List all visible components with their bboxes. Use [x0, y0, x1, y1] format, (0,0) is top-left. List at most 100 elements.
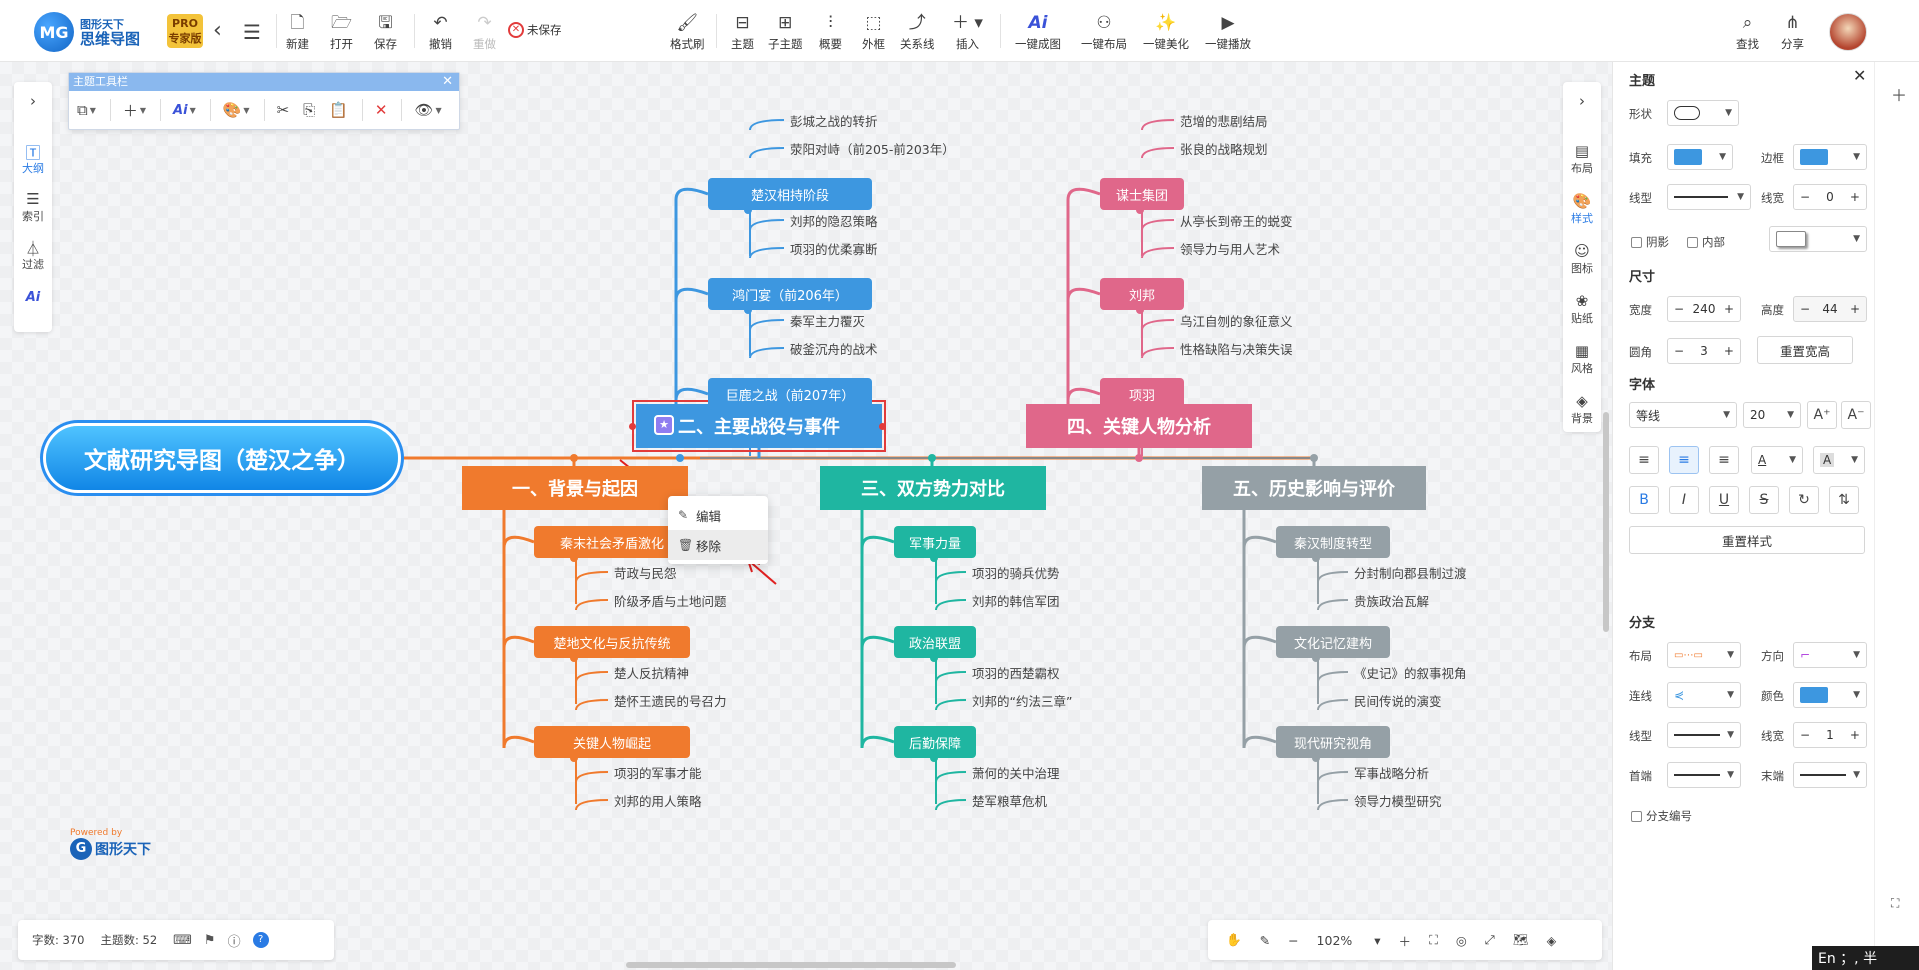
- leaf-topic-4-1-1[interactable]: 范增的悲剧结局: [1180, 110, 1410, 130]
- boundary-button[interactable]: ⬚ 外框: [862, 12, 885, 52]
- mini-item-sticker[interactable]: ❀ 贴纸: [1563, 292, 1601, 326]
- context-menu-edit[interactable]: ✎ 编辑: [668, 500, 768, 530]
- subtopic-1-1[interactable]: 秦末社会矛盾激化: [534, 526, 690, 558]
- add-icon[interactable]: ＋: [1891, 82, 1907, 106]
- highlight-color-select[interactable]: A ▼: [1813, 446, 1865, 474]
- align-center-icon[interactable]: ≡: [1669, 446, 1699, 474]
- branch-topic-5[interactable]: 五、历史影响与评价: [1202, 466, 1426, 510]
- leaf-topic-3-1-2[interactable]: 刘邦的韩信军团: [972, 590, 1202, 610]
- leaf-topic-3-3-2[interactable]: 楚军粮草危机: [972, 790, 1202, 810]
- share-button[interactable]: ⋔ 分享: [1781, 12, 1804, 52]
- keyboard-icon[interactable]: ⌨: [173, 933, 192, 948]
- screenshot-icon[interactable]: ⛶: [1891, 896, 1899, 911]
- undo-button[interactable]: ↶ 撤销: [429, 12, 452, 52]
- leaf-topic-1-1-1[interactable]: 苛政与民怨: [614, 562, 844, 582]
- summary-button[interactable]: ⫶ 概要: [819, 12, 842, 52]
- leaf-topic-2-2-2[interactable]: 项羽的优柔寡断: [790, 238, 1020, 258]
- inner-checkbox[interactable]: 内部: [1687, 234, 1725, 250]
- eye-icon[interactable]: 👁 ▼: [414, 101, 441, 119]
- reset-size-button[interactable]: 重置宽高: [1757, 336, 1853, 364]
- subtopic-3-1[interactable]: 军事力量: [894, 526, 976, 558]
- hand-icon[interactable]: ✋: [1226, 932, 1242, 948]
- branch-color-select[interactable]: ▼: [1793, 682, 1867, 708]
- selection-handle[interactable]: [879, 423, 886, 430]
- border-color-select[interactable]: ▼: [1793, 144, 1867, 170]
- node-marker-icon[interactable]: ★: [654, 415, 674, 435]
- leaf-topic-2-3-2[interactable]: 破釜沉舟的战术: [790, 338, 1020, 358]
- direction-select[interactable]: ⌐ ▼: [1793, 642, 1867, 668]
- leaf-topic-1-2-2[interactable]: 楚怀王遗民的号召力: [614, 690, 844, 710]
- underline-icon[interactable]: U: [1709, 486, 1739, 514]
- leaf-topic-3-3-1[interactable]: 萧何的关中治理: [972, 762, 1202, 782]
- ai-icon[interactable]: Ai ▼: [173, 103, 196, 118]
- strikethrough-icon[interactable]: S: [1749, 486, 1779, 514]
- end-cap-select[interactable]: ▼: [1793, 762, 1867, 788]
- subtopic-4-1[interactable]: 谋士集团: [1100, 178, 1184, 210]
- leaf-topic-4-3-2[interactable]: 性格缺陷与决策失误: [1180, 338, 1410, 358]
- subtopic-5-1[interactable]: 秦汉制度转型: [1276, 526, 1390, 558]
- font-size-select[interactable]: 20 ▼: [1743, 402, 1801, 428]
- leaf-topic-3-2-2[interactable]: 刘邦的“约法三章”: [972, 690, 1202, 710]
- leaf-topic-3-1-1[interactable]: 项羽的骑兵优势: [972, 562, 1202, 582]
- font-family-select[interactable]: 等线 ▼: [1629, 402, 1737, 428]
- format-painter-button[interactable]: 🖌 格式刷: [670, 12, 705, 52]
- branch-topic-1[interactable]: 一、背景与起因: [462, 466, 688, 510]
- width-stepper[interactable]: −240 +: [1667, 296, 1741, 322]
- help-icon[interactable]: ?: [252, 932, 269, 948]
- subtopic-2-1[interactable]: 楚汉相持阶段: [708, 178, 872, 210]
- refresh-icon[interactable]: ↻: [1789, 486, 1819, 514]
- map-icon[interactable]: 🗺: [1513, 932, 1529, 948]
- subtopic-button[interactable]: ⊞ 子主题: [768, 12, 803, 52]
- leaf-topic-2-1-2[interactable]: 荥阳对峙（前205-前203年）: [790, 138, 1020, 158]
- subtopic-1-2[interactable]: 楚地文化与反抗传统: [534, 626, 690, 658]
- close-icon[interactable]: ✕: [1853, 66, 1866, 85]
- leaf-topic-3-2-1[interactable]: 项羽的西楚霸权: [972, 662, 1202, 682]
- mini-item-background[interactable]: ◈ 背景: [1563, 392, 1601, 426]
- branch-line-type-select[interactable]: ▼: [1667, 722, 1741, 748]
- flag-icon[interactable]: ⚑: [204, 933, 216, 948]
- horizontal-scrollbar[interactable]: [626, 962, 956, 968]
- branch-topic-3[interactable]: 三、双方势力对比: [820, 466, 1046, 510]
- line-width-stepper[interactable]: −0 +: [1793, 184, 1867, 210]
- leaf-topic-2-1-1[interactable]: 彭城之战的转折: [790, 110, 1020, 130]
- subtopic-3-3[interactable]: 后勤保障: [894, 726, 976, 758]
- insert-button[interactable]: ＋ ▾ 插入: [952, 12, 983, 52]
- cut-icon[interactable]: ✂: [277, 101, 290, 119]
- layers-icon[interactable]: ◈: [1547, 933, 1557, 948]
- branch-layout-select[interactable]: ▭⋯▭ ▼: [1667, 642, 1741, 668]
- leaf-topic-5-3-1[interactable]: 军事战略分析: [1354, 762, 1584, 782]
- subtopic-2-2[interactable]: 鸿门宴（前206年）: [708, 278, 872, 310]
- bold-icon[interactable]: B: [1629, 486, 1659, 514]
- copy-style-icon[interactable]: ⧉ ▼: [77, 101, 96, 119]
- avatar[interactable]: [1829, 13, 1867, 51]
- italic-icon[interactable]: I: [1669, 486, 1699, 514]
- subtopic-5-2[interactable]: 文化记忆建构: [1276, 626, 1390, 658]
- start-cap-select[interactable]: ▼: [1667, 762, 1741, 788]
- delete-icon[interactable]: ✕: [375, 101, 388, 119]
- fill-color-select[interactable]: ▼: [1667, 144, 1733, 170]
- context-menu-remove[interactable]: 🗑 移除: [668, 530, 768, 560]
- info-icon[interactable]: ⓘ: [228, 931, 241, 950]
- subtopic-2-3[interactable]: 巨鹿之战（前207年）: [708, 378, 872, 410]
- find-button[interactable]: ⌕ 查找: [1736, 12, 1759, 52]
- shape-select[interactable]: ▼: [1667, 100, 1739, 126]
- mindmap-canvas[interactable]: 文献研究导图（楚汉之争） 一、背景与起因 秦末社会矛盾激化 苛政与民怨 阶级矛盾与土地问…: [0, 62, 1612, 970]
- sidebar-item-filter[interactable]: ⏃ 过滤: [14, 238, 52, 272]
- leaf-topic-4-2-1[interactable]: 从亭长到帝王的蜕变: [1180, 210, 1410, 230]
- sidebar-item-index[interactable]: ☰ 索引: [14, 190, 52, 224]
- open-button[interactable]: 🗁 打开: [330, 12, 353, 52]
- theme-toolbar[interactable]: 主题工具栏 ✕ ⧉ ▼ ＋ ▼ Ai ▼ 🎨 ▼ ✂ ⎘ 📋 ✕ 👁 ▼: [68, 72, 460, 130]
- topic-button[interactable]: ⊟ 主题: [731, 12, 754, 52]
- root-topic[interactable]: 文献研究导图（楚汉之争）: [46, 426, 398, 490]
- back-icon[interactable]: ‹: [213, 18, 222, 43]
- ai-layout-button[interactable]: ⚇ 一键布局: [1081, 12, 1127, 52]
- leaf-topic-1-3-2[interactable]: 刘邦的用人策略: [614, 790, 844, 810]
- subtopic-4-2[interactable]: 刘邦: [1100, 278, 1184, 310]
- shadow-checkbox[interactable]: 阴影: [1631, 234, 1669, 250]
- center-icon[interactable]: ◎: [1456, 933, 1467, 948]
- leaf-topic-2-2-1[interactable]: 刘邦的隐忍策略: [790, 210, 1020, 230]
- leaf-topic-5-2-1[interactable]: 《史记》的叙事视角: [1354, 662, 1584, 682]
- pen-icon[interactable]: ✎: [1260, 933, 1270, 948]
- zoom-in-button[interactable]: ＋: [1399, 931, 1412, 950]
- fullscreen-icon[interactable]: ⤢: [1485, 932, 1495, 948]
